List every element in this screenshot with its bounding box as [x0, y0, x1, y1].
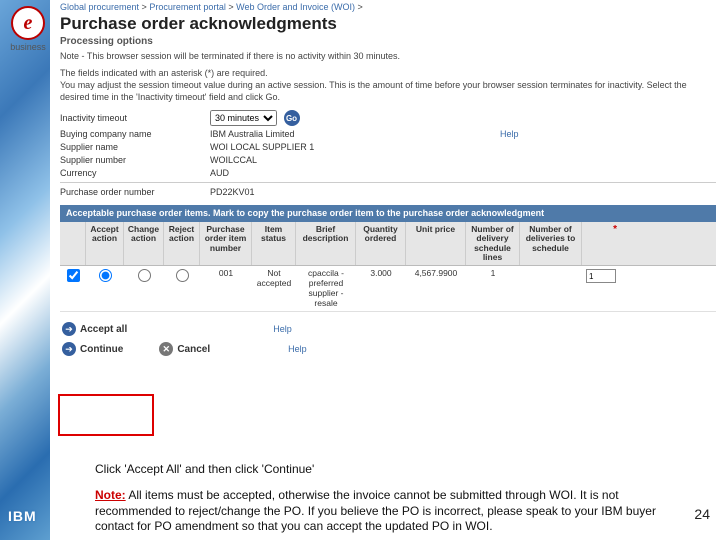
col-change-action: Change action	[124, 222, 164, 265]
cell-order-item: 001	[200, 266, 252, 311]
po-items-table: Acceptable purchase order items. Mark to…	[60, 205, 716, 312]
footer-note: Note: All items must be accepted, otherw…	[95, 488, 660, 535]
col-quantity-ordered: Quantity ordered	[356, 222, 406, 265]
cancel-button[interactable]: ✕ Cancel	[159, 342, 210, 356]
table-row: 001 Not accepted cpaccila - preferred su…	[60, 266, 716, 312]
cell-unit-price: 4,567.9900	[406, 266, 466, 311]
supplier-number-label: Supplier number	[60, 155, 210, 165]
currency-value: AUD	[210, 168, 360, 178]
breadcrumb-global-procurement[interactable]: Global procurement	[60, 2, 139, 12]
table-banner: Acceptable purchase order items. Mark to…	[60, 205, 716, 222]
go-button[interactable]: Go	[284, 110, 300, 126]
arrow-right-icon: ➔	[62, 342, 76, 356]
deliveries-to-schedule-input[interactable]	[586, 269, 616, 283]
ebusiness-logo-icon: e	[11, 6, 45, 40]
highlight-accept-continue	[58, 394, 154, 436]
continue-button[interactable]: ➔ Continue	[62, 342, 123, 356]
footer-note-label: Note:	[95, 488, 126, 502]
footer-instruction: Click 'Accept All' and then click 'Conti…	[95, 462, 690, 476]
col-unit-price: Unit price	[406, 222, 466, 265]
cell-quantity: 3.000	[356, 266, 406, 311]
ebusiness-logo-block: e business	[6, 6, 50, 52]
col-order-item-number: Purchase order item number	[200, 222, 252, 265]
col-brief-description: Brief description	[296, 222, 356, 265]
col-item-status: Item status	[252, 222, 296, 265]
ebusiness-logo-letter: e	[24, 12, 33, 35]
breadcrumb-procurement-portal[interactable]: Procurement portal	[149, 2, 226, 12]
accept-all-label: Accept all	[80, 324, 127, 335]
session-note: Note - This browser session will be term…	[60, 51, 716, 63]
col-num-deliveries-to-schedule: Number of deliveries to schedule	[520, 222, 582, 265]
currency-label: Currency	[60, 168, 210, 178]
cell-description: cpaccila - preferred supplier - resale	[296, 266, 356, 311]
close-icon: ✕	[159, 342, 173, 356]
accept-radio[interactable]	[99, 269, 112, 282]
help-link-accept[interactable]: Help	[273, 324, 292, 334]
arrow-right-icon: ➔	[62, 322, 76, 336]
po-number-value: PD22KV01	[210, 187, 360, 197]
cancel-label: Cancel	[177, 344, 210, 355]
table-header-row: Accept action Change action Reject actio…	[60, 222, 716, 266]
col-reject-action: Reject action	[164, 222, 200, 265]
supplier-name-label: Supplier name	[60, 142, 210, 152]
help-link-top[interactable]: Help	[500, 129, 519, 139]
breadcrumb-woi[interactable]: Web Order and Invoice (WOI)	[236, 2, 355, 12]
page-title: Purchase order acknowledgments	[60, 14, 716, 34]
change-radio[interactable]	[138, 269, 151, 282]
po-number-label: Purchase order number	[60, 187, 210, 197]
row-select-checkbox[interactable]	[67, 269, 80, 282]
reject-radio[interactable]	[176, 269, 189, 282]
accept-all-button[interactable]: ➔ Accept all	[62, 322, 127, 336]
cell-num-delivery-lines: 1	[466, 266, 520, 311]
help-link-continue[interactable]: Help	[288, 344, 307, 354]
inactivity-timeout-label: Inactivity timeout	[60, 113, 210, 123]
breadcrumb: Global procurement > Procurement portal …	[60, 0, 716, 13]
decorative-sidebar	[0, 0, 50, 540]
ibm-logo: IBM	[8, 508, 37, 524]
supplier-number-value: WOILCCAL	[210, 155, 360, 165]
ebusiness-caption: business	[6, 42, 50, 52]
page-number: 24	[694, 506, 710, 522]
col-accept-action: Accept action	[86, 222, 124, 265]
continue-label: Continue	[80, 344, 123, 355]
footer-note-text: All items must be accepted, otherwise th…	[95, 488, 656, 533]
buying-company-value: IBM Australia Limited	[210, 129, 360, 139]
cell-status: Not accepted	[252, 266, 296, 311]
buying-company-label: Buying company name	[60, 129, 210, 139]
supplier-name-value: WOI LOCAL SUPPLIER 1	[210, 142, 360, 152]
page-subtitle: Processing options	[60, 36, 716, 47]
col-num-delivery-lines: Number of delivery schedule lines	[466, 222, 520, 265]
required-note: The fields indicated with an asterisk (*…	[60, 68, 716, 103]
inactivity-timeout-select[interactable]: 30 minutes	[210, 110, 277, 126]
